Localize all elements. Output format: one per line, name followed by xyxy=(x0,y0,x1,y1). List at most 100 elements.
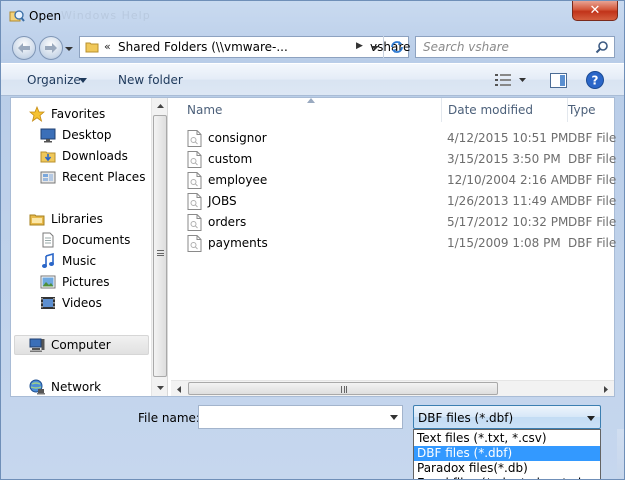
file-row[interactable]: consignor 4/12/2015 10:51 PM DBF File xyxy=(187,128,617,149)
dbf-file-icon xyxy=(187,151,202,168)
nav-item-label: Pictures xyxy=(62,275,110,289)
file-name: JOBS xyxy=(208,194,237,208)
file-date-modified: 12/10/2004 2:16 AM xyxy=(447,173,570,187)
column-header-date-modified[interactable]: Date modified xyxy=(448,98,568,122)
file-type-option[interactable]: Paradox files(*.db) xyxy=(414,461,600,476)
scroll-right-icon xyxy=(604,385,608,393)
nav-item-network[interactable]: Network xyxy=(11,377,151,396)
file-type-select[interactable]: DBF files (*.dbf) xyxy=(413,405,601,429)
app-icon xyxy=(9,10,25,22)
nav-item-pictures[interactable]: Pictures xyxy=(11,272,151,292)
window-frame-edge xyxy=(617,429,624,479)
file-name: consignor xyxy=(208,131,267,145)
network-icon xyxy=(29,379,45,395)
videos-icon xyxy=(40,295,56,311)
window-title: Open xyxy=(29,9,62,23)
file-date-modified: 1/26/2013 11:49 AM xyxy=(447,194,570,208)
nav-item-label: Network xyxy=(51,380,102,394)
view-options-dropdown-icon[interactable] xyxy=(519,78,526,82)
nav-item-libraries[interactable]: Libraries xyxy=(11,209,151,229)
address-bar[interactable]: « Shared Folders (\\vmware-... ▶ vshare xyxy=(79,36,410,58)
file-type-option[interactable]: Text files (*.txt, *.csv) xyxy=(414,431,600,446)
scroll-up-button[interactable] xyxy=(152,98,168,114)
title-bar[interactable]: Open Windows Help ✕ xyxy=(1,1,624,31)
scroll-right-button[interactable] xyxy=(598,381,614,397)
command-bar: Organize New folder ? xyxy=(1,63,624,96)
forward-button[interactable] xyxy=(39,36,63,60)
grip-icon xyxy=(341,386,347,393)
close-button[interactable]: ✕ xyxy=(572,1,618,21)
scroll-left-button[interactable] xyxy=(171,381,187,397)
nav-item-label: Computer xyxy=(51,338,111,352)
nav-item-desktop[interactable]: Desktop xyxy=(11,125,151,145)
file-type-dropdown-icon[interactable] xyxy=(587,416,595,421)
downloads-icon xyxy=(40,148,56,164)
navigation-pane: Favorites Desktop Downloads Recent Places Li… xyxy=(11,98,151,396)
window-title-ghost: Windows Help xyxy=(61,9,151,22)
navigation-scroll-thumb[interactable] xyxy=(153,115,167,377)
file-row[interactable]: custom 3/15/2015 3:50 PM DBF File xyxy=(187,149,617,170)
nav-item-label: Music xyxy=(62,254,97,268)
preview-pane-icon[interactable] xyxy=(550,73,567,88)
navigation-row: « Shared Folders (\\vmware-... ▶ vshare … xyxy=(1,31,624,63)
file-name-dropdown-icon[interactable] xyxy=(390,415,398,420)
search-icon[interactable] xyxy=(595,40,609,54)
nav-item-favorites[interactable]: Favorites xyxy=(11,104,151,124)
file-date-modified: 3/15/2015 3:50 PM xyxy=(447,152,561,166)
scroll-down-button[interactable] xyxy=(152,380,168,396)
refresh-button[interactable] xyxy=(383,36,409,58)
nav-item-label: Libraries xyxy=(51,212,103,226)
recent-pages-dropdown-icon[interactable] xyxy=(65,45,73,53)
horizontal-scroll-thumb[interactable] xyxy=(188,382,498,395)
nav-item-label: Downloads xyxy=(62,149,128,163)
nav-item-computer[interactable]: Computer xyxy=(14,335,149,355)
organize-dropdown-icon[interactable] xyxy=(79,78,87,83)
file-row[interactable]: payments 1/15/2009 1:08 PM DBF File xyxy=(187,233,617,254)
scroll-up-icon xyxy=(156,104,164,108)
search-placeholder: Search vshare xyxy=(423,40,509,54)
file-row[interactable]: JOBS 1/26/2013 11:49 AM DBF File xyxy=(187,191,617,212)
file-list-horizontal-scrollbar[interactable] xyxy=(171,380,614,396)
file-type: DBF File xyxy=(568,215,617,229)
column-header-type[interactable]: Type xyxy=(568,98,614,122)
organize-button[interactable]: Organize xyxy=(27,73,81,87)
navigation-pane-scrollbar[interactable] xyxy=(151,98,168,396)
address-path-segment[interactable]: Shared Folders (\\vmware-... xyxy=(118,40,288,54)
address-separator-icon[interactable]: ▶ xyxy=(356,41,363,51)
file-type-option[interactable]: DBF files (*.dbf) xyxy=(414,446,600,461)
file-type: DBF File xyxy=(568,236,617,250)
documents-icon xyxy=(40,232,56,248)
dbf-file-icon xyxy=(187,193,202,210)
file-type-option[interactable]: Excel files (*.xls, *.xlsx, *.xlsm) xyxy=(414,476,600,479)
file-type: DBF File xyxy=(568,131,617,145)
back-button[interactable] xyxy=(12,36,36,60)
column-header-name[interactable]: Name xyxy=(187,98,442,122)
scroll-down-icon xyxy=(156,386,164,390)
file-type: DBF File xyxy=(568,152,617,166)
refresh-icon xyxy=(390,41,403,53)
nav-item-documents[interactable]: Documents xyxy=(11,230,151,250)
file-row[interactable]: orders 5/17/2012 10:32 PM DBF File xyxy=(187,212,617,233)
back-arrow-icon xyxy=(18,43,30,53)
nav-item-music[interactable]: Music xyxy=(11,251,151,271)
search-box[interactable]: Search vshare xyxy=(415,36,615,58)
file-name-input[interactable] xyxy=(198,405,403,429)
nav-item-label: Desktop xyxy=(62,128,112,142)
help-icon[interactable]: ? xyxy=(586,71,604,89)
nav-item-videos[interactable]: Videos xyxy=(11,293,151,313)
file-name: orders xyxy=(208,215,247,229)
file-list: Name Date modified Type consignor 4/12/20… xyxy=(171,98,617,380)
nav-item-downloads[interactable]: Downloads xyxy=(11,146,151,166)
file-type-selected-value: DBF files (*.dbf) xyxy=(418,411,514,425)
address-overflow-chevron[interactable]: « xyxy=(104,40,111,53)
pictures-icon xyxy=(40,274,56,290)
change-view-icon[interactable] xyxy=(495,73,511,87)
file-row[interactable]: employee 12/10/2004 2:16 AM DBF File xyxy=(187,170,617,191)
new-folder-button[interactable]: New folder xyxy=(118,73,183,87)
content-area: Favorites Desktop Downloads Recent Places Li… xyxy=(10,97,617,397)
file-type: DBF File xyxy=(568,173,617,187)
nav-item-recent-places[interactable]: Recent Places xyxy=(11,167,151,187)
libraries-icon xyxy=(29,211,45,227)
address-dropdown-icon[interactable] xyxy=(371,45,379,51)
file-date-modified: 5/17/2012 10:32 PM xyxy=(447,215,569,229)
